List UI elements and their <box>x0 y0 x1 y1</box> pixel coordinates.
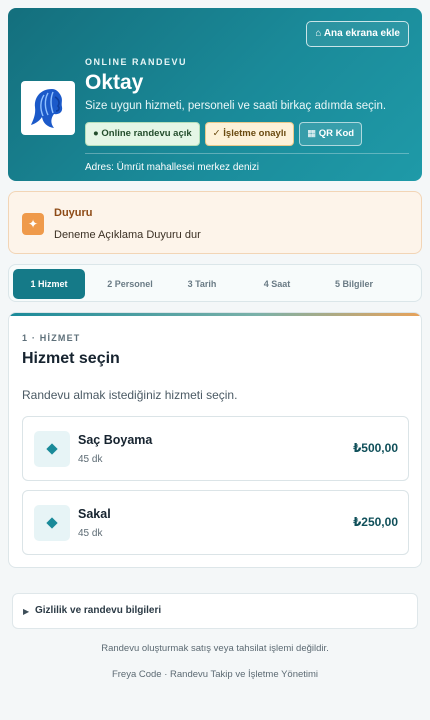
woman-profile-icon <box>31 89 63 128</box>
sparkle-icon: ✦ <box>22 213 44 235</box>
card-title: Hizmet seçin <box>22 350 120 367</box>
service-name: Sakal <box>78 507 111 521</box>
diamond-icon <box>34 431 70 467</box>
service-item-sac-boyama[interactable]: Saç Boyama 45 dk ₺500,00 <box>22 416 409 481</box>
announcement-text: Deneme Açıklama Duyuru dur <box>54 229 201 241</box>
section-eyebrow: ONLINE RANDEVU <box>85 57 188 67</box>
tab-hizmet[interactable]: 1 Hizmet <box>13 269 85 299</box>
tab-personel[interactable]: 2 Personel <box>94 269 166 299</box>
add-to-home-button[interactable]: ⌂ Ana ekrana ekle <box>306 21 409 47</box>
service-item-sakal[interactable]: Sakal 45 dk ₺250,00 <box>22 490 409 555</box>
triangle-right-icon: ▶ <box>23 607 30 616</box>
tab-saat[interactable]: 4 Saat <box>241 269 313 299</box>
announcement-box: ✦ Duyuru Deneme Açıklama Duyuru dur <box>8 191 422 254</box>
business-name: Oktay <box>85 71 144 94</box>
qr-code-button[interactable]: ▦ QR Kod <box>299 122 363 146</box>
service-price: ₺250,00 <box>352 515 398 529</box>
hero-header: ⌂ Ana ekrana ekle ONLINE RANDEVU Oktay S… <box>8 8 422 181</box>
business-logo <box>21 81 75 135</box>
announcement-title: Duyuru <box>54 207 93 219</box>
service-duration: 45 dk <box>78 454 103 465</box>
step-tabs: 1 Hizmet 2 Personel 3 Tarih 4 Saat 5 Bil… <box>8 264 422 302</box>
online-status-badge: ● Online randevu açık <box>85 122 200 146</box>
card-accent-bar <box>9 313 421 316</box>
tagline: Size uygun hizmeti, personeli ve saati b… <box>85 100 387 112</box>
status-badges: ● Online randevu açık ✓ İşletme onaylı ▦… <box>85 122 363 146</box>
step-label: 1 · HİZMET <box>22 333 81 343</box>
tab-tarih[interactable]: 3 Tarih <box>166 269 238 299</box>
diamond-icon <box>34 505 70 541</box>
service-price: ₺500,00 <box>352 441 398 455</box>
service-selection-card: 1 · HİZMET Hizmet seçin Randevu almak is… <box>8 312 422 568</box>
privacy-disclosure[interactable]: ▶ Gizlilik ve randevu bilgileri <box>12 593 418 629</box>
card-subtitle: Randevu almak istediğiniz hizmeti seçin. <box>22 388 238 402</box>
hero-divider <box>85 153 409 154</box>
footer-note: Randevu oluşturmak satış veya tahsilat i… <box>101 643 329 654</box>
privacy-label: Gizlilik ve randevu bilgileri <box>35 605 162 616</box>
business-address: Adres: Ümrüt mahallesei merkez denizi <box>85 162 259 173</box>
service-duration: 45 dk <box>78 528 103 539</box>
service-name: Saç Boyama <box>78 433 153 447</box>
tab-bilgiler[interactable]: 5 Bilgiler <box>318 269 390 299</box>
footer-brand: Freya Code · Randevu Takip ve İşletme Yö… <box>111 669 319 680</box>
verified-badge: ✓ İşletme onaylı <box>204 122 295 146</box>
